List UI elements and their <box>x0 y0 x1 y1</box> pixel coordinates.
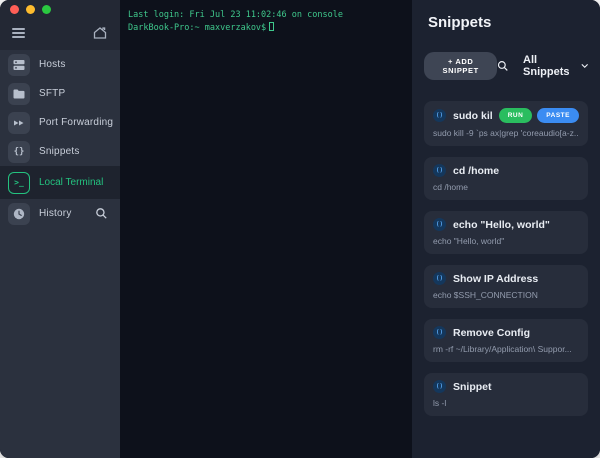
hosts-icon <box>8 53 30 76</box>
sidebar-item-label: Snippets <box>39 146 80 157</box>
add-snippet-button[interactable]: + ADD SNIPPET <box>424 52 498 80</box>
sidebar-item-snippets[interactable]: {} Snippets <box>0 137 120 166</box>
run-button[interactable]: RUN <box>498 108 533 123</box>
titlebar <box>0 0 120 18</box>
snippet-icon: () <box>433 218 446 231</box>
folder-icon <box>8 82 30 105</box>
sidebar-item-label: History <box>39 208 72 219</box>
panel-title: Snippets <box>428 14 492 31</box>
menu-icon[interactable] <box>12 26 25 40</box>
snippet-command: rm -rf ~/Library/Application\ Suppor... <box>433 344 572 354</box>
snippet-command: echo $SSH_CONNECTION <box>433 290 538 300</box>
snippet-icon: () <box>433 326 446 339</box>
sidebar-item-local-terminal[interactable]: >_ Local Terminal <box>0 166 120 199</box>
snippet-title: cd /home <box>453 164 500 177</box>
snippet-icon: () <box>433 109 446 122</box>
forward-arrow-icon <box>8 111 30 134</box>
snippet-title: Remove Config <box>453 326 531 339</box>
snippet-command: sudo kill -9 `ps ax|grep 'coreaudio[a-z.… <box>433 128 579 138</box>
app-window: Hosts SFTP Port Forwarding {} Snippets >… <box>0 0 600 458</box>
snippet-icon: () <box>433 380 446 393</box>
terminal-prompt-line: DarkBook-Pro:~ maxverzakov$ <box>128 22 404 35</box>
snippet-title: echo "Hello, world" <box>453 218 550 231</box>
snippets-list: () sudo kill ... RUN PASTE sudo kill -9 … <box>424 101 588 416</box>
snippet-card[interactable]: () echo "Hello, world" echo "Hello, worl… <box>424 211 588 254</box>
sidebar-history-group: History <box>0 199 120 458</box>
clock-icon <box>8 202 30 225</box>
snippet-title: sudo kill ... <box>453 109 492 122</box>
sidebar-item-sftp[interactable]: SFTP <box>0 79 120 108</box>
snippet-command: cd /home <box>433 182 468 192</box>
snippet-card[interactable]: () Snippet ls -l <box>424 373 588 416</box>
chevron-down-icon <box>580 63 588 69</box>
snippet-card[interactable]: () cd /home cd /home <box>424 157 588 200</box>
snippet-title: Snippet <box>453 380 492 393</box>
sidebar-item-label: Port Forwarding <box>39 117 114 128</box>
snippet-command: ls -l <box>433 398 447 408</box>
snippets-toolbar: + ADD SNIPPET All Snippets <box>424 52 588 80</box>
snippets-filter-dropdown[interactable]: All Snippets <box>523 54 588 78</box>
terminal-line: Last login: Fri Jul 23 11:02:46 on conso… <box>128 10 343 20</box>
snippet-card[interactable]: () sudo kill ... RUN PASTE sudo kill -9 … <box>424 101 588 146</box>
close-window-button[interactable] <box>10 4 19 14</box>
search-icon[interactable] <box>497 59 509 73</box>
sidebar-item-port-forwarding[interactable]: Port Forwarding <box>0 108 120 137</box>
terminal-cursor <box>269 22 275 31</box>
filter-label: All Snippets <box>523 54 570 78</box>
sidebar-item-hosts[interactable]: Hosts <box>0 50 120 79</box>
sidebar-header <box>0 18 120 48</box>
snippet-title: Show IP Address <box>453 272 539 285</box>
zoom-window-button[interactable] <box>42 4 51 14</box>
history-search-icon[interactable] <box>95 207 108 220</box>
minimize-window-button[interactable] <box>26 4 35 14</box>
sidebar-item-label: Local Terminal <box>39 177 104 188</box>
snippet-card[interactable]: () Remove Config rm -rf ~/Library/Applic… <box>424 319 588 362</box>
sidebar-item-label: Hosts <box>39 59 66 70</box>
sidebar-item-history[interactable]: History <box>0 199 120 228</box>
snippet-icon: () <box>433 272 446 285</box>
paste-button[interactable]: PASTE <box>537 108 579 123</box>
home-icon[interactable] <box>92 25 108 41</box>
terminal-icon: >_ <box>8 171 30 194</box>
sidebar-item-label: SFTP <box>39 88 66 99</box>
local-terminal-screen[interactable]: Last login: Fri Jul 23 11:02:46 on conso… <box>120 0 412 458</box>
sidebar: Hosts SFTP Port Forwarding {} Snippets >… <box>0 0 120 458</box>
snippet-command: echo "Hello, world" <box>433 236 505 246</box>
sidebar-nav-group: Hosts SFTP Port Forwarding {} Snippets <box>0 50 120 166</box>
snippets-panel: Snippets + ADD SNIPPET All Snippets () s… <box>412 0 600 458</box>
braces-icon: {} <box>8 140 30 163</box>
snippet-card[interactable]: () Show IP Address echo $SSH_CONNECTION <box>424 265 588 308</box>
snippet-icon: () <box>433 164 446 177</box>
